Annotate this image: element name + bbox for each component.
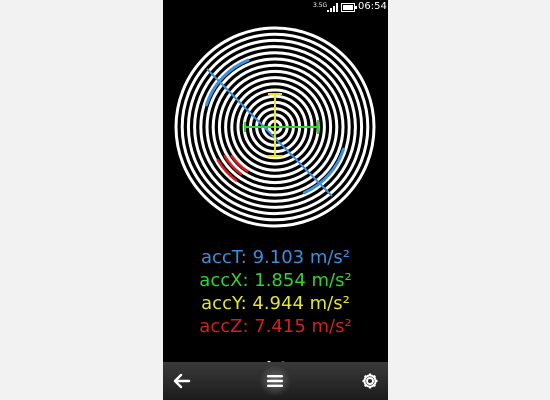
battery-icon xyxy=(341,3,357,12)
readout-acc-total: accT: 9.103 m/s² xyxy=(200,247,351,268)
readout-acc-z: accZ: 7.415 m/s² xyxy=(199,316,352,337)
readout-list: accT: 9.103 m/s² accX: 1.854 m/s² accY: … xyxy=(163,246,388,338)
gear-icon xyxy=(362,373,378,389)
menu-button[interactable] xyxy=(259,362,291,400)
network-type: 3.5G xyxy=(313,2,328,9)
back-arrow-icon xyxy=(173,373,191,389)
signal-icon xyxy=(327,3,338,12)
readout-acc-x: accX: 1.854 m/s² xyxy=(199,270,352,291)
acceleration-rings-visualization xyxy=(174,26,376,228)
phone-screen: 3.5G 06:54 accT: 9.103 m/s² accX: 1.854 … xyxy=(163,0,388,400)
bottom-toolbar xyxy=(163,362,388,400)
settings-button[interactable] xyxy=(355,362,385,400)
back-button[interactable] xyxy=(167,362,197,400)
clock: 06:54 xyxy=(358,1,387,12)
readout-acc-y: accY: 4.944 m/s² xyxy=(201,293,350,314)
status-bar: 3.5G 06:54 xyxy=(163,0,388,16)
page-indicator xyxy=(163,352,388,365)
menu-icon xyxy=(267,375,283,387)
